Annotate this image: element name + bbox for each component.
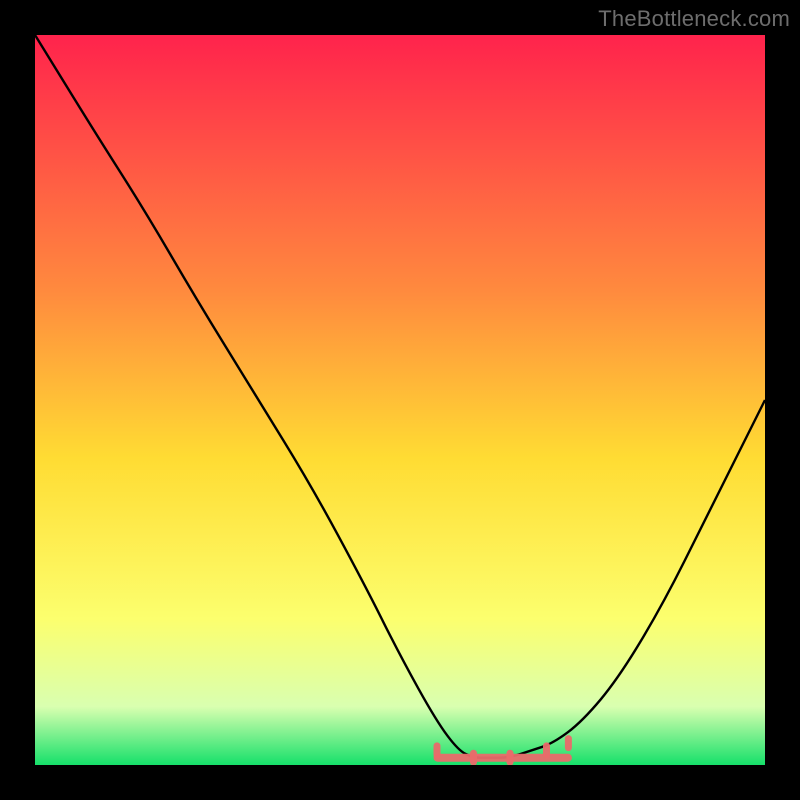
tick-mark	[507, 750, 514, 765]
tick-mark	[434, 742, 441, 758]
tick-connector	[434, 754, 572, 762]
tick-mark	[565, 735, 572, 751]
tick-mark	[470, 750, 477, 765]
chart-stage: TheBottleneck.com	[0, 0, 800, 800]
watermark-text: TheBottleneck.com	[598, 6, 790, 32]
chart-svg	[35, 35, 765, 765]
plot-area	[35, 35, 765, 765]
tick-mark	[543, 742, 550, 758]
